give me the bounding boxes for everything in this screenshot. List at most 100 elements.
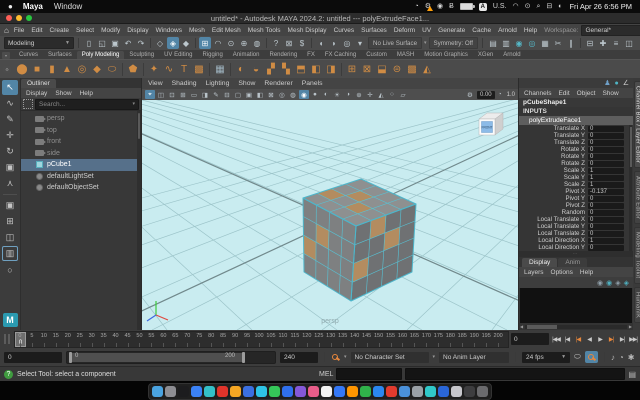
snap-magnet-curve[interactable]: ◖ (315, 37, 327, 49)
mel-input[interactable] (336, 368, 402, 380)
quick-help[interactable]: ? (270, 37, 282, 49)
range-end-handle[interactable] (242, 352, 245, 363)
shelf-tab-fx[interactable]: FX (302, 51, 320, 59)
menu-curves[interactable]: Curves (334, 27, 355, 34)
control-center-icon[interactable]: ⊙ (525, 3, 531, 10)
dock-icon-10[interactable] (269, 386, 280, 397)
motion-blur[interactable]: ✛ (365, 90, 375, 99)
add-object[interactable]: ✚ (597, 37, 609, 49)
select-object-mode[interactable]: ◈ (167, 37, 179, 49)
menu-mesh-display[interactable]: Mesh Display (288, 27, 327, 34)
play-backwards[interactable]: ◀ (584, 333, 594, 345)
dock-icon-23[interactable] (438, 386, 449, 397)
layer-empty-icon[interactable]: ◈ (615, 279, 620, 287)
wireframe-mode[interactable]: ◉ (299, 90, 309, 99)
time-slider-handle[interactable] (2, 332, 12, 346)
channel-attr-value[interactable]: 0 (588, 245, 624, 251)
channel-input-node[interactable]: polyExtrudeFace1 (519, 116, 633, 125)
dock-icon-22[interactable] (425, 386, 436, 397)
menu-display[interactable]: Display (127, 27, 148, 34)
select-camera[interactable]: ⌖ (145, 90, 155, 99)
lock-selection[interactable]: ⊠ (283, 37, 295, 49)
shelf-tab-custom[interactable]: Custom (361, 51, 392, 59)
sidebar-tab-channel-box-layer-editor[interactable]: Channel Box / Layer Editor (634, 81, 640, 168)
shelf-tab-surfaces[interactable]: Surfaces (43, 51, 77, 59)
layer-tab-anim[interactable]: Anim (558, 258, 587, 267)
poly-plane[interactable]: ◆ (90, 62, 104, 77)
sidebar-tab-modeling-toolkit[interactable]: Modeling Toolkit (634, 227, 640, 283)
channel-attr-value[interactable]: 0 (588, 203, 624, 209)
node-editor[interactable]: ≡ (610, 37, 622, 49)
shelf-tab-xgen[interactable]: XGen (473, 51, 498, 59)
outliner-item-pcube1[interactable]: pCube1 (21, 159, 141, 171)
range-start-handle[interactable] (69, 352, 72, 363)
channel-attr-value[interactable]: 0 (588, 133, 624, 139)
dock-icon-18[interactable] (373, 386, 384, 397)
grid-toggle[interactable]: ⊟ (222, 90, 232, 99)
exposure-icon[interactable]: ⚙ (465, 90, 475, 99)
bluetooth-icon[interactable]: Ƀ (449, 3, 454, 10)
gamma-value[interactable]: 1.0 (507, 92, 515, 98)
menu-edit-mesh[interactable]: Edit Mesh (212, 27, 241, 34)
dock-icon-8[interactable] (243, 386, 254, 397)
dock-icon-4[interactable] (191, 386, 202, 397)
sphere-icon[interactable]: ● (614, 80, 618, 87)
channel-attr-value[interactable]: 0 (588, 210, 624, 216)
shaded-mode[interactable]: ● (310, 90, 320, 99)
rotate-tool[interactable]: ↻ (2, 144, 18, 159)
live-surface-field[interactable]: No Live Surface (368, 37, 422, 49)
type-tool[interactable]: T (177, 62, 191, 77)
dock-icon-3[interactable] (178, 386, 189, 397)
live-surface-caret[interactable]: ▾ (354, 37, 366, 49)
outliner-item-persp[interactable]: persp (21, 113, 141, 125)
mirror[interactable]: ⬓ (375, 62, 389, 77)
channel-attr-label[interactable]: Local Translate Y (519, 223, 588, 230)
anim-layer-selector[interactable]: No Anim Layer (439, 352, 509, 363)
poly-cube[interactable]: ■ (30, 62, 44, 77)
dock-icon-6[interactable] (217, 386, 228, 397)
shelf-tab-fx-caching[interactable]: FX Caching (320, 51, 361, 59)
input-source-icon[interactable]: A (479, 3, 487, 11)
dock-icon-16[interactable] (347, 386, 358, 397)
preferences-icon[interactable]: ✱ (628, 353, 635, 362)
menu-file[interactable]: File (14, 27, 24, 34)
remesh[interactable]: ▩ (405, 62, 419, 77)
exposure-field[interactable]: 0.00 (477, 91, 495, 99)
channel-attr-value[interactable]: 0 (588, 154, 624, 160)
menu-modify[interactable]: Modify (101, 27, 120, 34)
workspace-selector[interactable]: General*▼ (581, 25, 640, 36)
channel-attr-value[interactable]: 0 (588, 231, 624, 237)
dock-icon-21[interactable] (412, 386, 423, 397)
channel-box-scrollbar[interactable] (629, 125, 632, 251)
channel-attr-value[interactable]: 1 (588, 168, 624, 174)
loop-mode-icon[interactable]: ⬭ (574, 352, 581, 362)
shelf-tab-arnold[interactable]: Arnold (498, 51, 525, 59)
fps-selector[interactable]: 24 fps▼ (522, 352, 570, 363)
dock-icon-19[interactable] (386, 386, 397, 397)
select-tool[interactable]: ↖ (2, 80, 18, 95)
lasso-tool[interactable]: ∿ (2, 96, 18, 111)
outliner-item-defaultobjectset[interactable]: defaultObjectSet (21, 182, 141, 194)
open-scene[interactable]: ◱ (96, 37, 108, 49)
channel-attr-value[interactable]: 0 (588, 147, 624, 153)
animation-end-field[interactable]: 240 (280, 352, 318, 363)
shelf-tab-sculpting[interactable]: Sculpting (124, 51, 159, 59)
construction-history[interactable]: ▤ (487, 37, 499, 49)
redo[interactable]: ↷ (135, 37, 147, 49)
step-forward-frame[interactable]: ▶| (617, 333, 627, 345)
menu-surfaces[interactable]: Surfaces (361, 27, 387, 34)
shelf-tab-curves[interactable]: Curves (14, 51, 43, 59)
sweep-mesh[interactable]: ∿ (162, 62, 176, 77)
channel-attr-label[interactable]: Local Direction Y (519, 244, 588, 251)
range-slider-track[interactable]: 0 200 (66, 351, 276, 364)
snap-magnet-point[interactable]: ◗ (328, 37, 340, 49)
current-time-field[interactable]: 0 (511, 333, 549, 345)
layer-move-down-icon[interactable]: ◉ (606, 279, 612, 287)
layer-menu-options[interactable]: Options (551, 269, 573, 276)
input-region-label[interactable]: U.S. (493, 3, 507, 10)
open-render-view[interactable]: ▥ (500, 37, 512, 49)
channel-attr-label[interactable]: Local Translate Z (519, 230, 588, 237)
display-icon[interactable]: ⊟ (546, 3, 552, 10)
field-chart[interactable]: ⊠ (266, 90, 276, 99)
make-live[interactable]: ◍ (251, 37, 263, 49)
